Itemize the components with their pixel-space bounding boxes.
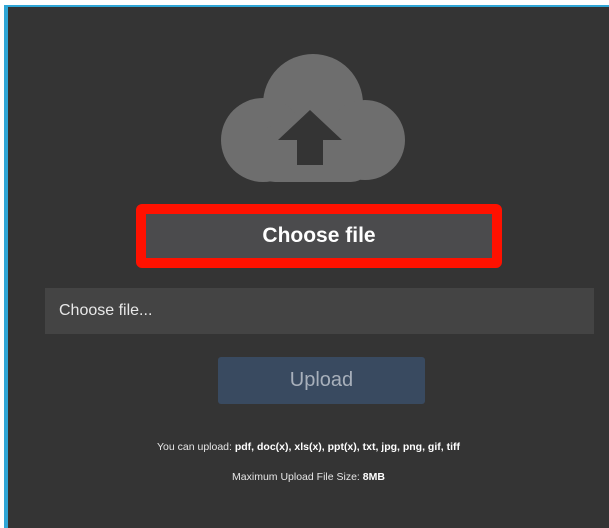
- upload-panel: Choose file Choose file... Upload You ca…: [4, 5, 609, 528]
- file-name-field[interactable]: Choose file...: [45, 288, 594, 334]
- file-name-placeholder: Choose file...: [59, 302, 153, 319]
- allowed-types-prefix: You can upload:: [157, 441, 235, 453]
- allowed-types-list: pdf, doc(x), xls(x), ppt(x), txt, jpg, p…: [234, 441, 460, 453]
- cloud-upload-icon: [221, 54, 405, 182]
- max-size-value: 8MB: [362, 471, 385, 483]
- allowed-types-text: You can upload: pdf, doc(x), xls(x), ppt…: [8, 441, 609, 453]
- choose-file-button[interactable]: Choose file: [146, 214, 492, 258]
- choose-file-highlight: Choose file: [136, 204, 502, 268]
- max-size-prefix: Maximum Upload File Size:: [232, 471, 363, 483]
- upload-button[interactable]: Upload: [218, 357, 425, 404]
- max-size-text: Maximum Upload File Size: 8MB: [8, 471, 609, 483]
